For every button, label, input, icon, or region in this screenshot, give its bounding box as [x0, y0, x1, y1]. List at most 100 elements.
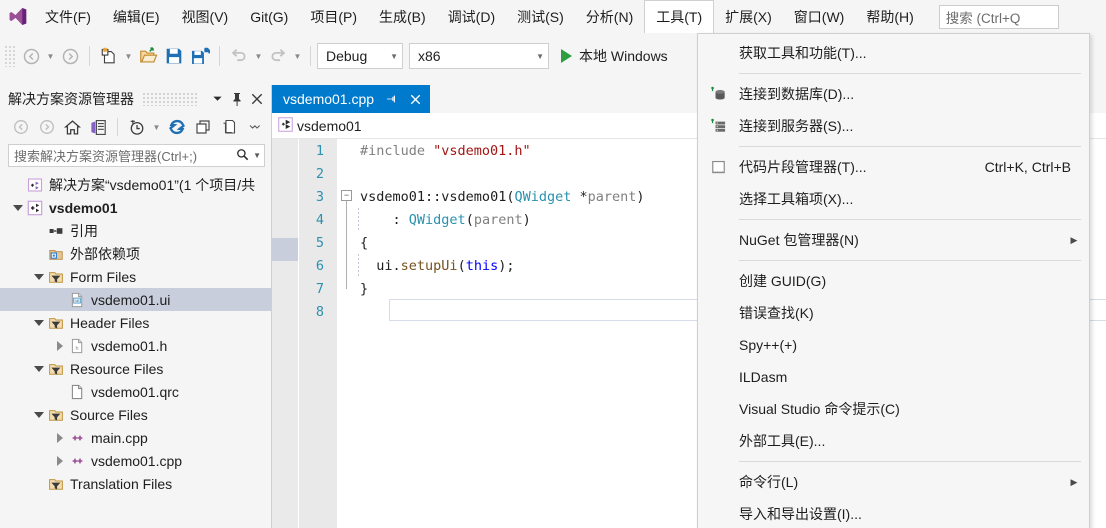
menu-bar-item[interactable]: 文件(F) [34, 0, 102, 33]
history-icon[interactable] [124, 115, 149, 139]
new-item-icon[interactable] [96, 43, 122, 69]
expand-collapse-icon[interactable] [10, 196, 25, 219]
new-item-dropdown-icon[interactable]: ▼ [122, 43, 135, 69]
magnifier-icon[interactable] [236, 148, 249, 164]
overflow-icon[interactable] [242, 115, 267, 139]
redo-icon[interactable] [265, 43, 291, 69]
solution-tree-item-selected[interactable]: ui vsdemo01.ui [0, 288, 271, 311]
menu-item[interactable]: 命令行(L) ▶ [698, 466, 1089, 498]
menu-bar-item[interactable]: Git(G) [239, 0, 299, 33]
solution-tree-item[interactable]: h vsdemo01.h [0, 334, 271, 357]
menu-item[interactable]: 外部工具(E)... [698, 425, 1089, 457]
solution-tree-item[interactable]: 外部依赖项 [0, 242, 271, 265]
build-configuration-select[interactable]: Debug ▼ [317, 43, 403, 69]
toolbar-separator [89, 46, 90, 66]
menu-icon-placeholder [698, 466, 739, 498]
ui-file-icon: ui [67, 288, 87, 311]
solution-tree-item[interactable]: 引用 [0, 219, 271, 242]
menu-item[interactable]: 导入和导出设置(I)... [698, 498, 1089, 528]
menu-bar-item[interactable]: 工具(T) [644, 0, 715, 33]
navigate-forward-icon[interactable] [57, 43, 83, 69]
history-dropdown-icon[interactable]: ▼ [150, 114, 163, 140]
menu-bar-item[interactable]: 扩展(X) [714, 0, 783, 33]
solution-tree-item[interactable]: Header Files [0, 311, 271, 334]
solution-tree-item-label: 外部依赖项 [70, 245, 140, 262]
menu-item[interactable]: 连接到服务器(S)... [698, 110, 1089, 142]
menu-item[interactable]: 获取工具和功能(T)... [698, 37, 1089, 69]
show-all-files-icon[interactable] [216, 115, 241, 139]
expand-collapse-icon[interactable] [52, 426, 67, 449]
editor-scope-label[interactable]: vsdemo01 [297, 118, 362, 134]
menu-bar-item[interactable]: 帮助(H) [855, 0, 924, 33]
expand-collapse-icon[interactable] [52, 334, 67, 357]
solution-tree-item[interactable]: Translation Files [0, 472, 271, 495]
expand-collapse-icon[interactable] [31, 265, 46, 288]
fold-collapse-button[interactable]: − [341, 190, 352, 201]
code-line-text: vsdemo01::vsdemo01(QWidget *parent) [338, 189, 645, 205]
menu-item[interactable]: Spy++(+) [698, 329, 1089, 361]
code-token: QWidget [408, 211, 466, 228]
forward-icon[interactable] [34, 115, 59, 139]
code-token: ); [498, 257, 515, 274]
global-search-input[interactable]: 搜索 (Ctrl+Q [938, 4, 1059, 29]
toolbar-grip[interactable] [4, 45, 16, 67]
menu-item[interactable]: 代码片段管理器(T)... Ctrl+K, Ctrl+B [698, 151, 1089, 183]
expand-collapse-icon[interactable] [31, 357, 46, 380]
menu-item[interactable]: 错误查找(K) [698, 297, 1089, 329]
refresh-icon[interactable] [164, 115, 189, 139]
menu-item[interactable]: Visual Studio 命令提示(C) [698, 393, 1089, 425]
panel-drag-grip[interactable] [142, 91, 199, 106]
solution-tree-item[interactable]: Source Files [0, 403, 271, 426]
solution-tree-item[interactable]: main.cpp [0, 426, 271, 449]
solution-tree-item[interactable]: vsdemo01.cpp [0, 449, 271, 472]
menu-item[interactable]: ILDasm [698, 361, 1089, 393]
menu-item[interactable]: 选择工具箱项(X)... [698, 183, 1089, 215]
back-icon[interactable] [8, 115, 33, 139]
filter-folder-icon [46, 357, 66, 380]
solution-tree-item[interactable]: vsdemo01 [0, 196, 271, 219]
redo-dropdown-icon[interactable]: ▼ [291, 43, 304, 69]
chevron-down-icon: ▼ [390, 51, 398, 61]
menu-bar-item[interactable]: 编辑(E) [102, 0, 171, 33]
navigate-back-dropdown-icon[interactable]: ▼ [44, 43, 57, 69]
menu-item[interactable]: NuGet 包管理器(N) ▶ [698, 224, 1089, 256]
solution-explorer-search-input[interactable]: 搜索解决方案资源管理器(Ctrl+;) ▼ [8, 144, 265, 167]
build-platform-select[interactable]: x86 ▼ [409, 43, 549, 69]
menu-icon-placeholder [698, 265, 739, 297]
menu-item[interactable]: 创建 GUID(G) [698, 265, 1089, 297]
solution-tree-item[interactable]: Form Files [0, 265, 271, 288]
pin-icon[interactable] [227, 88, 247, 110]
menu-bar-item[interactable]: 视图(V) [171, 0, 240, 33]
search-options-chevron-icon[interactable]: ▼ [253, 151, 261, 160]
menu-bar-item[interactable]: 生成(B) [368, 0, 437, 33]
collapse-all-icon[interactable] [190, 115, 215, 139]
expand-collapse-icon[interactable] [31, 311, 46, 334]
expand-collapse-icon[interactable] [31, 403, 46, 426]
save-icon[interactable] [161, 43, 187, 69]
undo-icon[interactable] [226, 43, 252, 69]
close-icon[interactable] [247, 88, 267, 110]
navigate-back-icon[interactable] [18, 43, 44, 69]
start-debug-button[interactable]: 本地 Windows [555, 43, 674, 69]
menu-bar-item[interactable]: 测试(S) [506, 0, 575, 33]
menu-bar-item[interactable]: 调试(D) [437, 0, 506, 33]
solution-tree-item[interactable]: vsdemo01.qrc [0, 380, 271, 403]
solution-view-icon[interactable] [86, 115, 111, 139]
editor-tab-vsdemo01-cpp[interactable]: vsdemo01.cpp [272, 85, 431, 113]
chevron-down-icon[interactable] [207, 88, 227, 110]
menu-bar-item[interactable]: 分析(N) [575, 0, 644, 33]
solution-tree-item[interactable]: Resource Files [0, 357, 271, 380]
menu-bar-item[interactable]: 项目(P) [299, 0, 368, 33]
menu-item-label: 选择工具箱项(X)... [739, 191, 854, 207]
open-file-icon[interactable] [135, 43, 161, 69]
menu-item-label: 连接到数据库(D)... [739, 86, 855, 102]
menu-bar-item[interactable]: 窗口(W) [783, 0, 856, 33]
pin-icon[interactable] [382, 89, 399, 109]
expand-collapse-icon[interactable] [52, 449, 67, 472]
solution-tree-item[interactable]: 解决方案“vsdemo01”(1 个项目/共 [0, 173, 271, 196]
close-icon[interactable] [407, 89, 424, 109]
home-icon[interactable] [60, 115, 85, 139]
undo-dropdown-icon[interactable]: ▼ [252, 43, 265, 69]
save-all-icon[interactable] [187, 43, 213, 69]
menu-item[interactable]: 连接到数据库(D)... [698, 78, 1089, 110]
